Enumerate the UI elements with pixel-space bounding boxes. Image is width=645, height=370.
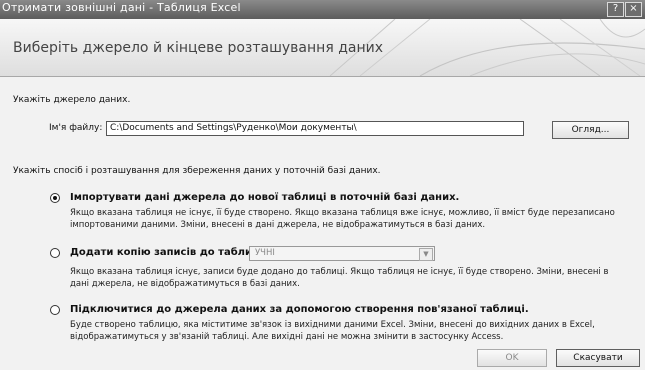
import-option-title[interactable]: Імпортувати дані джерела до нової таблиц…: [70, 192, 459, 203]
banner-heading: Виберіть джерело й кінцеве розташування …: [13, 40, 383, 56]
import-option-description: Якщо вказана таблиця не існує, її буде с…: [70, 208, 615, 230]
file-name-input[interactable]: C:\Documents and Settings\Руденко\Мои до…: [106, 121, 524, 136]
title-bar-buttons: ? ×: [607, 2, 642, 17]
dialog-banner: Виберіть джерело й кінцеве розташування …: [0, 19, 645, 77]
ok-button[interactable]: OK: [477, 349, 547, 367]
link-option-title[interactable]: Підключитися до джерела даних за допомог…: [70, 304, 529, 315]
append-option-description: Якщо вказана таблиця існує, записи буде …: [70, 267, 609, 289]
title-bar: Отримати зовнішні дані - Таблиця Excel ?…: [0, 0, 645, 19]
append-radio[interactable]: [50, 248, 60, 258]
source-label: Укажіть джерело даних.: [13, 95, 131, 105]
append-table-select[interactable]: УЧНІ ▼: [249, 246, 435, 261]
window-title: Отримати зовнішні дані - Таблиця Excel: [2, 1, 241, 14]
close-button[interactable]: ×: [625, 2, 642, 17]
browse-button[interactable]: Огляд...: [552, 121, 629, 139]
help-button[interactable]: ?: [607, 2, 624, 17]
append-option-title[interactable]: Додати копію записів до таблиці:: [70, 247, 267, 258]
storage-label: Укажіть спосіб і розташування для збереж…: [13, 166, 381, 176]
file-name-label: Ім'я файлу:: [49, 123, 103, 133]
chevron-down-icon[interactable]: ▼: [419, 248, 433, 261]
import-radio[interactable]: [50, 193, 60, 203]
link-option-description: Буде створено таблицю, яка міститиме зв'…: [70, 320, 595, 342]
cancel-button[interactable]: Скасувати: [556, 349, 640, 367]
append-table-value: УЧНІ: [255, 248, 275, 258]
link-radio[interactable]: [50, 305, 60, 315]
